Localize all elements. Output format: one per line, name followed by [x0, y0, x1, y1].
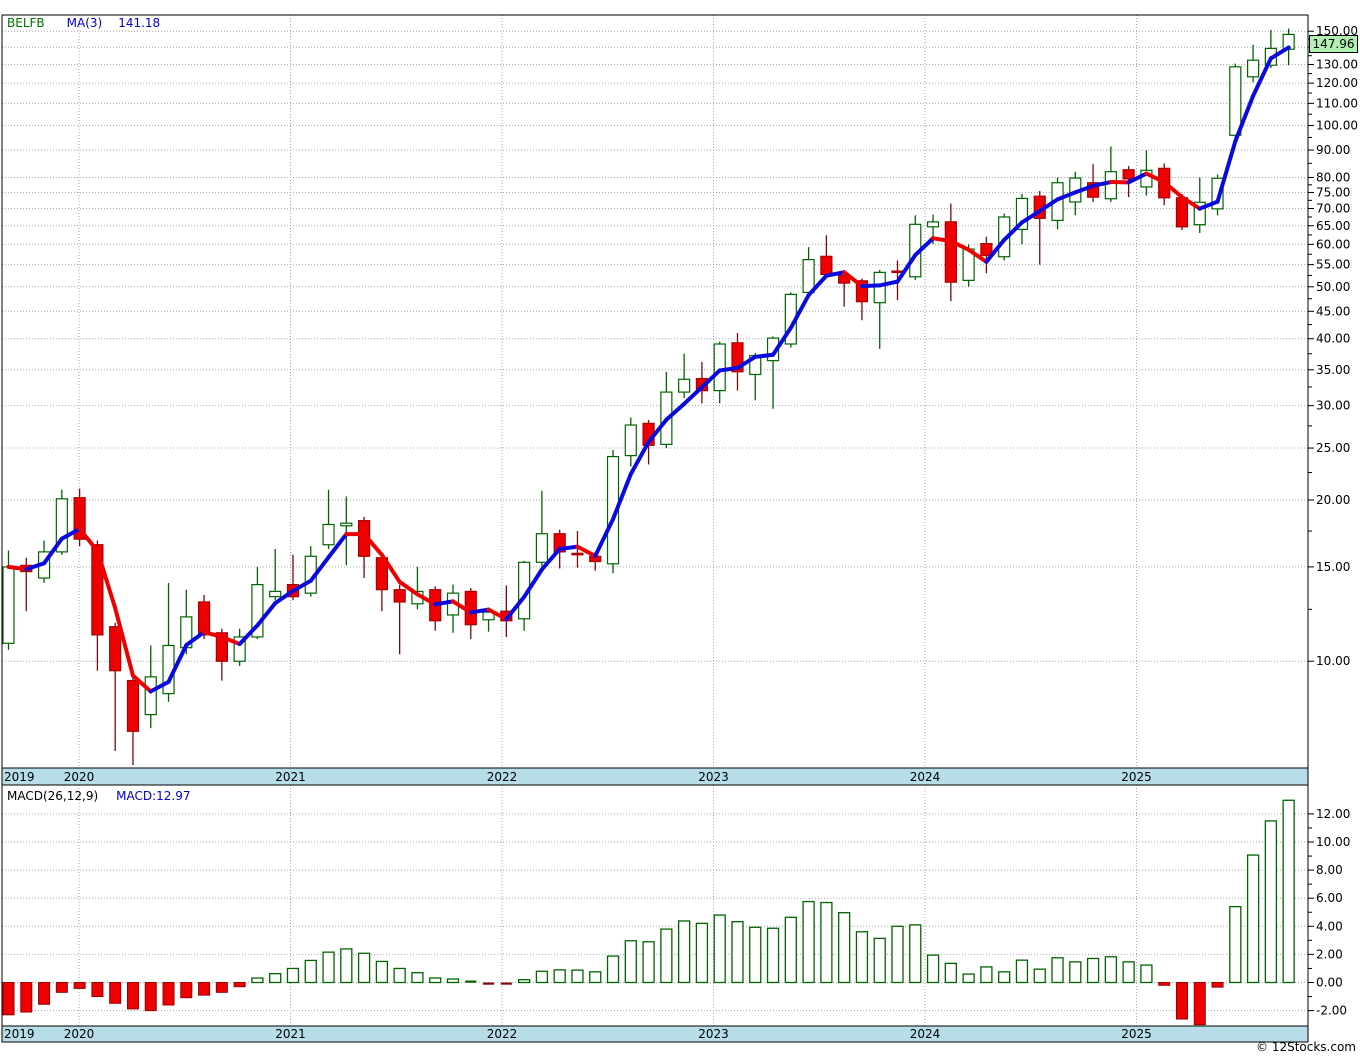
svg-text:55.00: 55.00	[1316, 258, 1350, 272]
svg-text:2022: 2022	[487, 770, 518, 784]
svg-text:12.00: 12.00	[1316, 807, 1350, 821]
svg-text:100.00: 100.00	[1316, 119, 1358, 133]
svg-text:2024: 2024	[910, 1027, 941, 1041]
svg-text:2019: 2019	[4, 770, 35, 784]
svg-text:6.00: 6.00	[1316, 891, 1343, 905]
ma-value: 141.18	[118, 16, 161, 30]
svg-text:-2.00: -2.00	[1316, 1004, 1347, 1018]
svg-text:2.00: 2.00	[1316, 947, 1343, 961]
macd-value-label: MACD:12.97	[116, 789, 191, 803]
bottom-year-band: 2019 2020 2021 2022 2023 2024 2025	[1, 1025, 1309, 1043]
svg-text:110.00: 110.00	[1316, 96, 1358, 110]
svg-text:2021: 2021	[275, 770, 306, 784]
svg-text:2023: 2023	[698, 770, 729, 784]
svg-text:8.00: 8.00	[1316, 863, 1343, 877]
svg-text:65.00: 65.00	[1316, 219, 1350, 233]
svg-text:25.00: 25.00	[1316, 441, 1350, 455]
svg-text:45.00: 45.00	[1316, 304, 1350, 318]
svg-text:2019: 2019	[4, 1027, 35, 1041]
stock-chart-page: (BELFB) 20192020202120222023202420252019…	[0, 0, 1360, 1056]
price-legend: BELFB MA(3) 141.18	[7, 16, 160, 30]
macd-legend: MACD(26,12,9) MACD:12.97	[7, 789, 191, 803]
svg-text:2020: 2020	[64, 770, 95, 784]
svg-text:2024: 2024	[910, 770, 941, 784]
chart-background	[0, 0, 1360, 1056]
svg-text:35.00: 35.00	[1316, 363, 1350, 377]
svg-text:2022: 2022	[487, 1027, 518, 1041]
svg-text:130.00: 130.00	[1316, 57, 1358, 71]
svg-text:50.00: 50.00	[1316, 280, 1350, 294]
svg-text:0.00: 0.00	[1316, 976, 1343, 990]
svg-text:75.00: 75.00	[1316, 185, 1350, 199]
svg-text:60.00: 60.00	[1316, 237, 1350, 251]
last-price-badge: 147.96	[1309, 35, 1358, 53]
svg-text:2025: 2025	[1121, 770, 1152, 784]
svg-text:30.00: 30.00	[1316, 399, 1350, 413]
top-year-band: 2019 2020 2021 2022 2023 2024 2025	[1, 767, 1309, 786]
ma-label: MA(3)	[66, 16, 103, 30]
svg-text:10.00: 10.00	[1316, 835, 1350, 849]
svg-text:4.00: 4.00	[1316, 919, 1343, 933]
svg-text:2025: 2025	[1121, 1027, 1152, 1041]
svg-text:15.00: 15.00	[1316, 560, 1350, 574]
price-and-macd-chart: 2019 2020 2021 2022 2023 2024 2025 2019 2020 2021…	[0, 0, 1360, 1056]
svg-text:20.00: 20.00	[1316, 493, 1350, 507]
svg-text:70.00: 70.00	[1316, 202, 1350, 216]
macd-params-label: MACD(26,12,9)	[7, 789, 99, 803]
svg-text:40.00: 40.00	[1316, 332, 1350, 346]
svg-text:80.00: 80.00	[1316, 170, 1350, 184]
symbol-label: BELFB	[7, 16, 45, 30]
svg-text:10.00: 10.00	[1316, 654, 1350, 668]
svg-text:2021: 2021	[275, 1027, 306, 1041]
svg-text:90.00: 90.00	[1316, 143, 1350, 157]
svg-text:2020: 2020	[64, 1027, 95, 1041]
svg-text:2023: 2023	[698, 1027, 729, 1041]
copyright-link[interactable]: © 12Stocks.com	[1256, 1040, 1356, 1054]
svg-text:120.00: 120.00	[1316, 76, 1358, 90]
